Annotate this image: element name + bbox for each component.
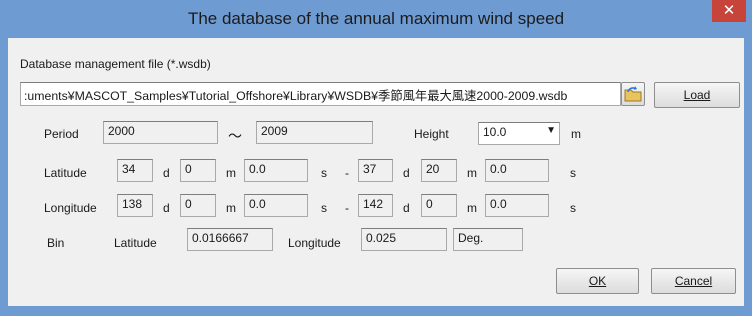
close-icon[interactable]: ✕ — [712, 0, 746, 22]
lat-to-sec-field[interactable]: 0.0 — [485, 159, 549, 182]
period-start-field[interactable]: 2000 — [103, 121, 218, 144]
height-select[interactable]: 10.0 ▼ — [478, 122, 560, 145]
period-label: Period — [44, 127, 79, 141]
chevron-down-icon[interactable]: ▼ — [546, 125, 556, 136]
ok-button[interactable]: OK — [556, 268, 639, 294]
folder-browse-icon — [624, 86, 642, 102]
lon-from-d-unit: d — [163, 201, 170, 215]
lon-from-deg-field[interactable]: 138 — [117, 194, 153, 217]
load-button[interactable]: Load — [654, 82, 740, 108]
bin-latitude-label: Latitude — [114, 236, 157, 250]
lon-to-deg-field[interactable]: 142 — [358, 194, 393, 217]
lon-to-min-field[interactable]: 0 — [421, 194, 457, 217]
dialog-body: Database management file (*.wsdb) :ument… — [8, 38, 744, 306]
period-end-field[interactable]: 2009 — [256, 121, 373, 144]
bin-longitude-field[interactable]: 0.025 — [361, 228, 447, 251]
latitude-label: Latitude — [44, 166, 87, 180]
lat-range-dash: - — [345, 166, 349, 180]
browse-button[interactable] — [621, 82, 645, 106]
lat-to-m-unit: m — [467, 166, 477, 180]
longitude-label: Longitude — [44, 201, 97, 215]
dialog-window: The database of the annual maximum wind … — [0, 0, 752, 316]
bin-unit-field: Deg. — [453, 228, 523, 251]
bin-longitude-label: Longitude — [288, 236, 341, 250]
lat-to-deg-field[interactable]: 37 — [358, 159, 393, 182]
lat-from-d-unit: d — [163, 166, 170, 180]
bin-latitude-field[interactable]: 0.0166667 — [187, 228, 273, 251]
lat-to-min-field[interactable]: 20 — [421, 159, 457, 182]
height-label: Height — [414, 127, 449, 141]
lon-range-dash: - — [345, 201, 349, 215]
lon-from-m-unit: m — [226, 201, 236, 215]
bin-label: Bin — [47, 236, 65, 250]
lon-to-d-unit: d — [403, 201, 410, 215]
lat-from-sec-field[interactable]: 0.0 — [244, 159, 308, 182]
lat-from-m-unit: m — [226, 166, 236, 180]
lat-from-deg-field[interactable]: 34 — [117, 159, 153, 182]
lon-to-m-unit: m — [467, 201, 477, 215]
lat-to-s-unit: s — [570, 166, 576, 180]
height-unit: m — [571, 127, 581, 141]
db-path-field[interactable]: :uments¥MASCOT_Samples¥Tutorial_Offshore… — [20, 82, 621, 106]
lat-to-d-unit: d — [403, 166, 410, 180]
period-tilde: ～ — [228, 128, 242, 144]
window-title: The database of the annual maximum wind … — [187, 9, 565, 28]
db-file-label: Database management file (*.wsdb) — [20, 57, 211, 71]
lat-from-min-field[interactable]: 0 — [180, 159, 216, 182]
lon-from-s-unit: s — [321, 201, 327, 215]
height-value: 10.0 — [483, 125, 507, 139]
lat-from-s-unit: s — [321, 166, 327, 180]
lon-to-sec-field[interactable]: 0.0 — [485, 194, 549, 217]
lon-from-sec-field[interactable]: 0.0 — [244, 194, 308, 217]
lon-to-s-unit: s — [570, 201, 576, 215]
lon-from-min-field[interactable]: 0 — [180, 194, 216, 217]
cancel-button[interactable]: Cancel — [651, 268, 736, 294]
